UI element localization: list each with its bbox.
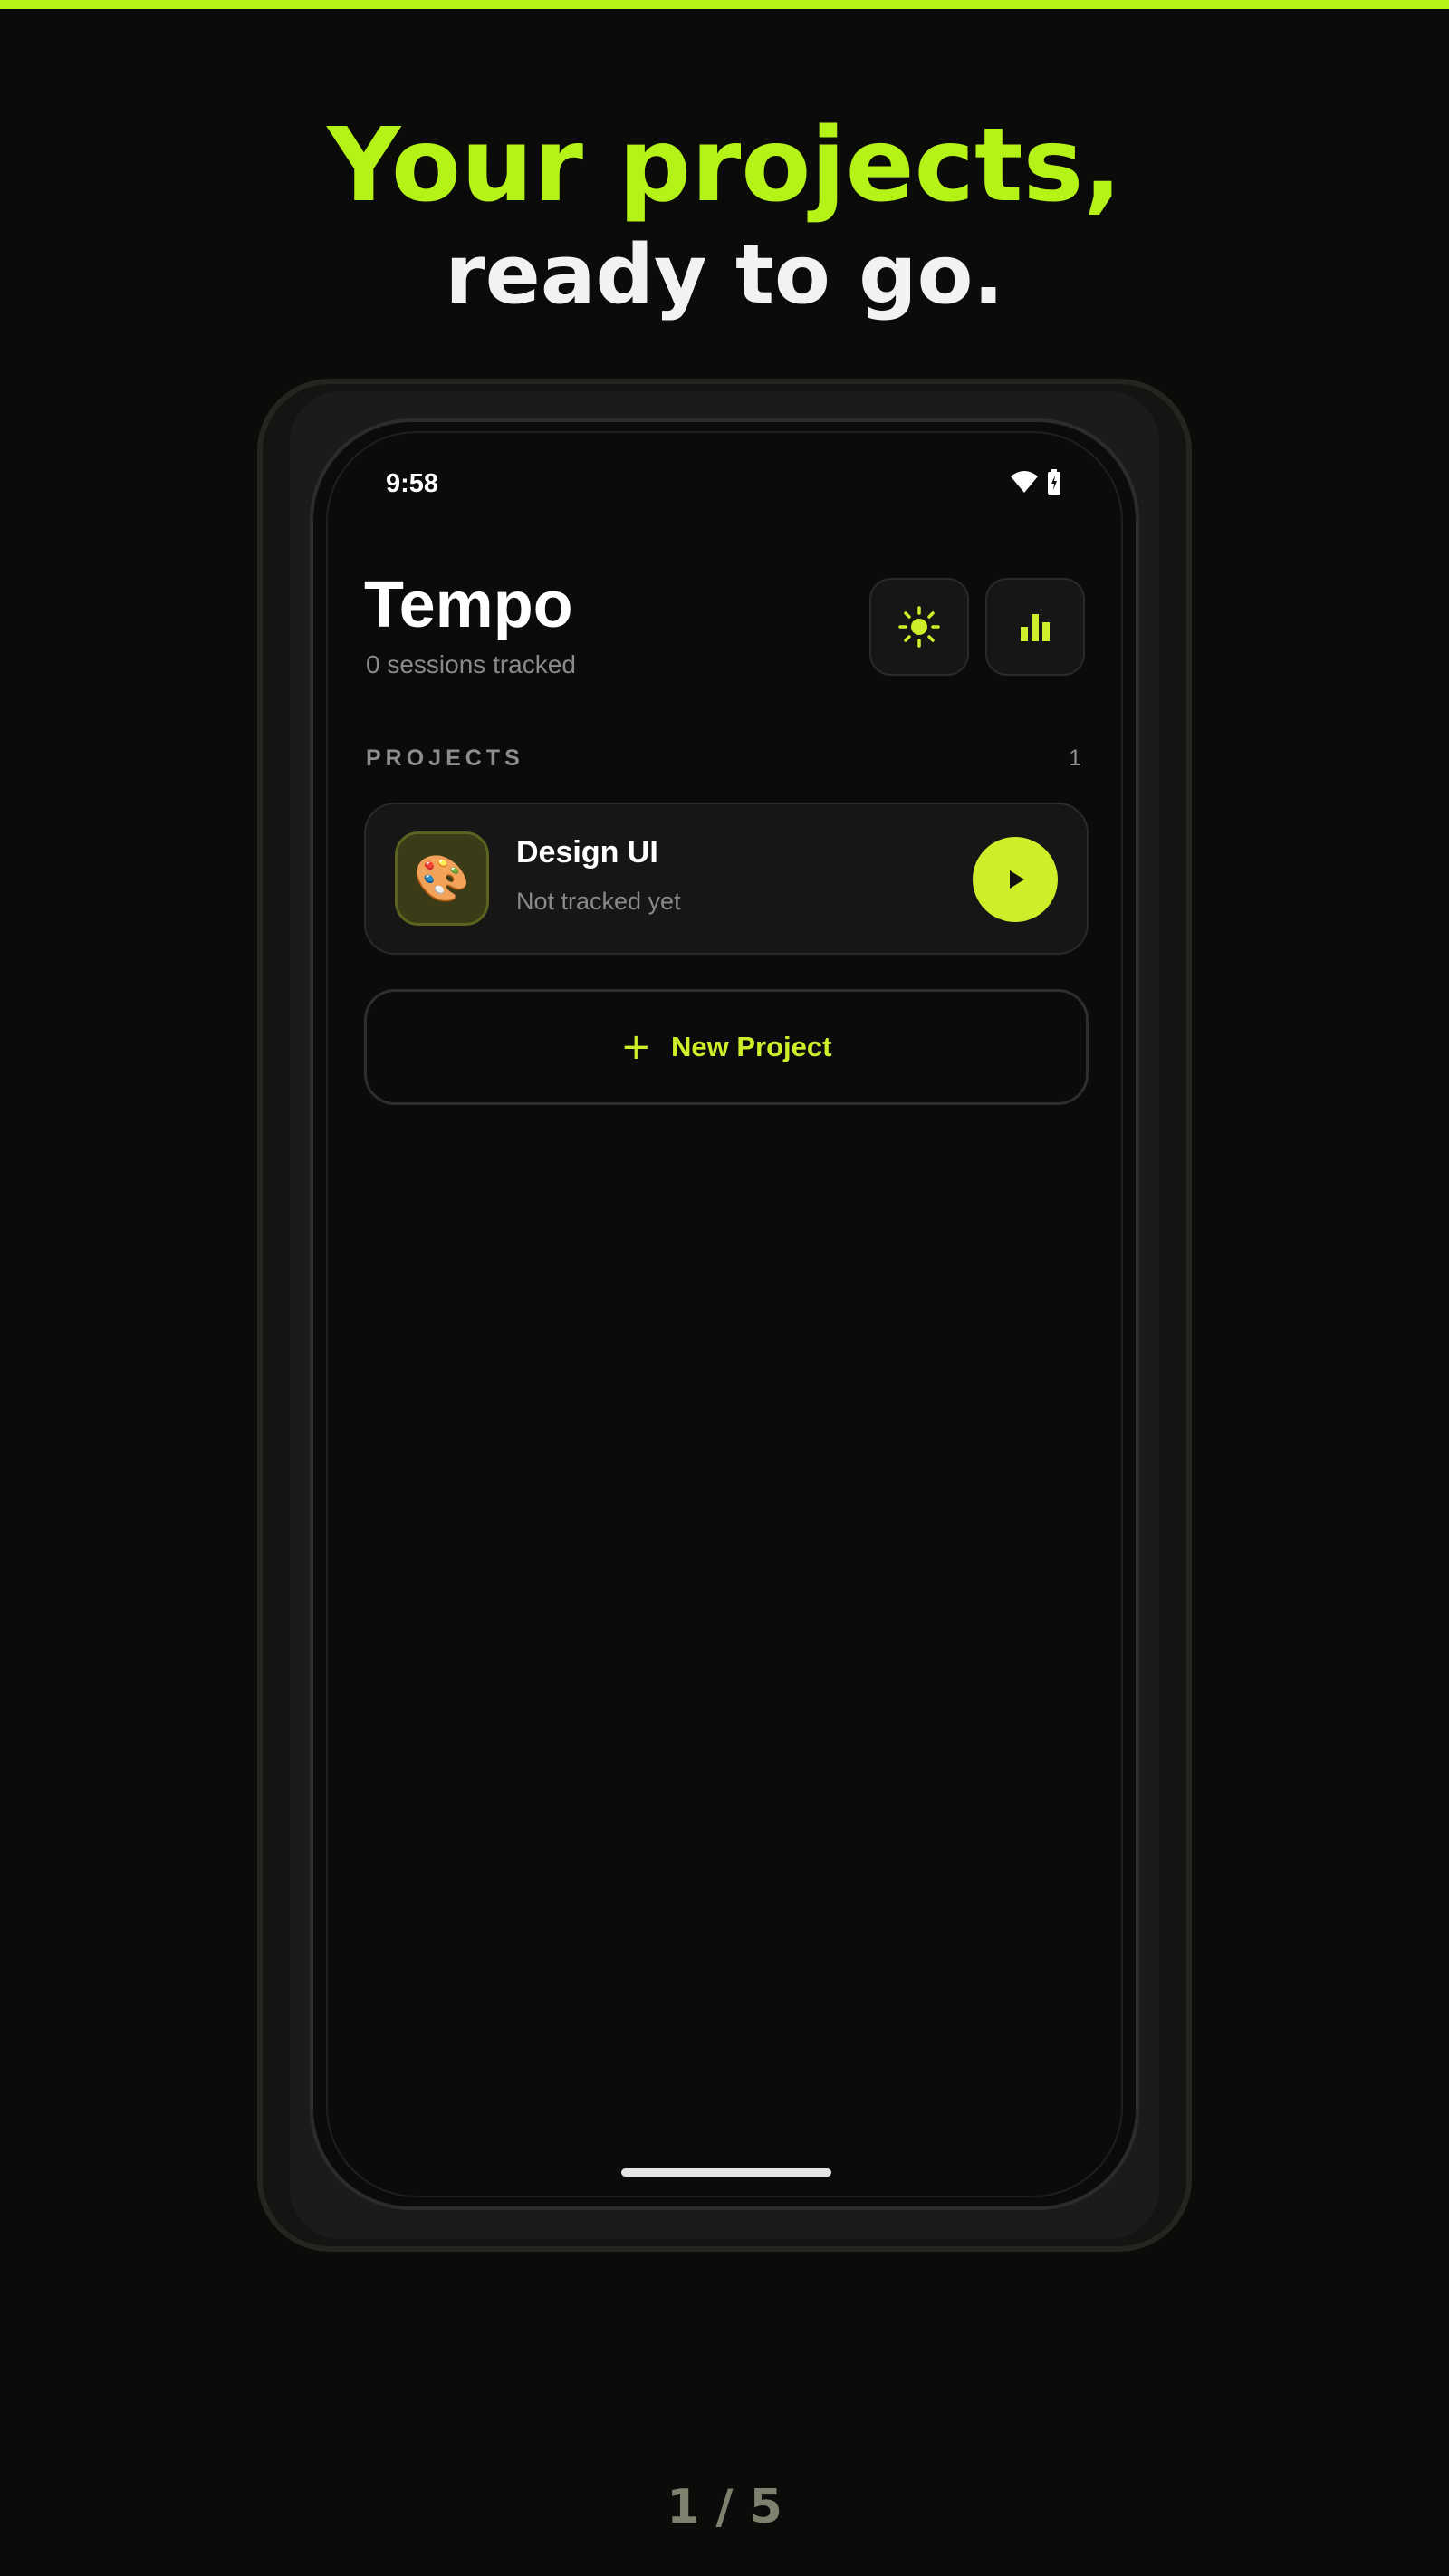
new-project-button[interactable]: + New Project [364,989,1089,1105]
projects-section-label: PROJECTS [366,745,524,771]
phone-screen: 9:58 Tempo 0 sessions tracked PROJECTS 1… [326,431,1123,2197]
play-icon [1010,870,1024,889]
project-name: Design UI [516,835,658,870]
start-timer-button[interactable] [973,837,1058,922]
stats-button[interactable] [985,578,1085,676]
accent-top-bar [0,0,1449,9]
sessions-tracked-text: 0 sessions tracked [366,650,576,678]
promo-page: Your projects, ready to go. 9:58 Tempo 0… [0,0,1449,2576]
project-card[interactable]: 🎨 Design UI Not tracked yet [364,803,1089,955]
plus-icon: + [620,1026,652,1068]
battery-icon [1048,469,1060,495]
home-indicator[interactable] [621,2168,831,2177]
promo-headline: Your projects, [327,107,1122,225]
new-project-label: New Project [671,1031,832,1062]
wifi-icon [1011,471,1038,493]
promo-subheadline: ready to go. [445,227,1004,322]
theme-toggle-button[interactable] [869,578,969,676]
page-indicator: 1 / 5 [667,2480,782,2534]
app-title: Tempo [364,569,573,641]
status-time: 9:58 [386,469,439,498]
bar-chart-icon [1021,614,1050,641]
projects-count: 1 [1069,745,1081,771]
project-status: Not tracked yet [516,888,681,915]
sun-icon [898,606,940,648]
palette-icon: 🎨 [395,831,489,926]
status-icons [1011,469,1061,495]
